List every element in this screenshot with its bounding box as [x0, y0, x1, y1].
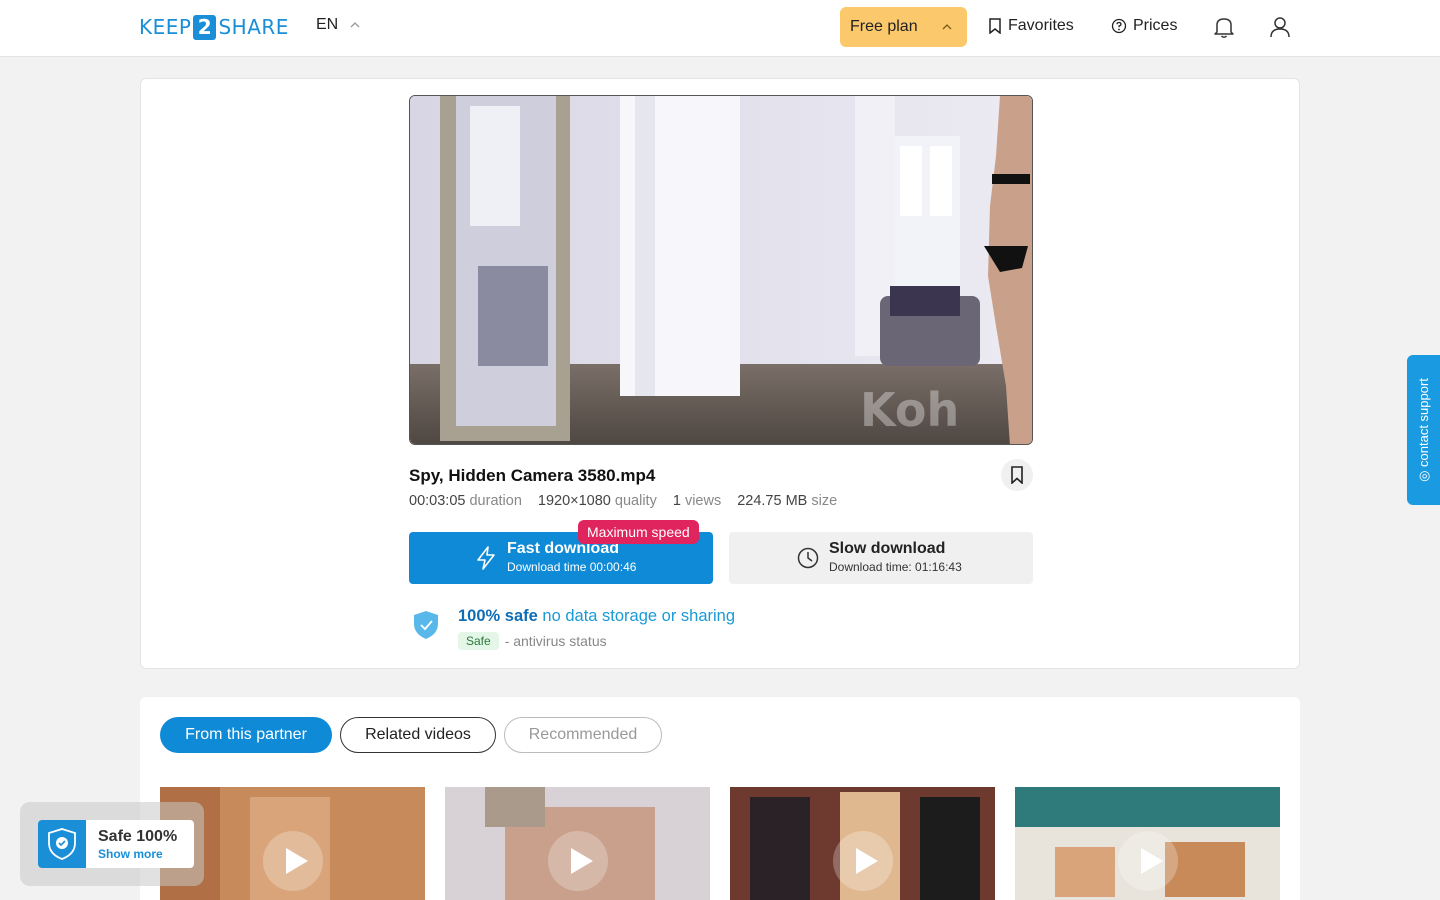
chevron-up-icon [942, 24, 952, 30]
svg-text:Koh: Koh [860, 383, 959, 437]
video-thumbnail[interactable] [730, 787, 995, 900]
duration-value: 00:03:05 [409, 493, 466, 509]
views-value: 1 [672, 493, 681, 509]
size-label: size [811, 493, 838, 509]
bookmark-icon [1011, 466, 1023, 484]
safety-headline-bold: 100% safe [458, 607, 538, 625]
slow-download-label: Slow download [829, 540, 946, 557]
file-name: Spy, Hidden Camera 3580.mp4 [409, 466, 656, 485]
top-header: KEEP 2 SHARE EN Free plan Favorites Pric… [0, 0, 1440, 57]
size-value: 224.75 MB [737, 493, 808, 509]
tab-from-this-partner[interactable]: From this partner [160, 717, 332, 753]
tab-related-videos[interactable]: Related videos [340, 717, 496, 753]
chevron-up-icon [350, 22, 360, 28]
prices-link[interactable]: Prices [1111, 17, 1177, 35]
slow-download-button[interactable]: Slow download Download time: 01:16:43 [729, 532, 1033, 584]
quality-label: quality [614, 493, 657, 509]
clock-icon [797, 547, 819, 569]
user-icon[interactable] [1269, 15, 1291, 39]
antivirus-status-text: - antivirus status [504, 633, 607, 649]
safety-headline: 100% safe no data storage or sharing [458, 607, 735, 626]
play-icon [547, 831, 608, 891]
video-preview[interactable]: Koh [409, 95, 1033, 445]
logo-text-2: 2 [193, 14, 217, 40]
views-label: views [684, 493, 722, 509]
slow-download-time: Download time: 01:16:43 [829, 560, 962, 574]
play-icon [832, 831, 893, 891]
favorites-label: Favorites [1008, 17, 1074, 34]
safe-widget-link[interactable]: Show more [98, 847, 163, 861]
safe-widget-title: Safe 100% [98, 828, 178, 845]
contact-support-label: ◎ contact support [1415, 378, 1431, 482]
language-label: EN [316, 16, 339, 33]
logo-text-keep: KEEP [139, 15, 192, 39]
logo-text-share: SHARE [218, 15, 289, 39]
related-section: From this partner Related videos Recomme… [140, 697, 1300, 900]
safe-widget-icon-box [38, 820, 86, 868]
favorites-link[interactable]: Favorites [988, 17, 1074, 35]
prices-label: Prices [1133, 17, 1178, 34]
antivirus-status: Safe - antivirus status [458, 632, 607, 650]
free-plan-label: Free plan [850, 18, 918, 35]
shield-check-icon [48, 828, 76, 860]
safety-headline-rest: no data storage or sharing [542, 607, 736, 625]
quality-value: 1920×1080 [537, 493, 611, 509]
bookmark-icon [989, 18, 1001, 34]
language-selector[interactable]: EN [316, 16, 360, 34]
lightning-icon [477, 546, 495, 570]
fast-download-time: Download time 00:00:46 [507, 560, 637, 574]
free-plan-button[interactable]: Free plan [840, 7, 967, 47]
meta-views: 1 views [673, 493, 721, 509]
meta-size: 224.75 MB size [737, 493, 837, 509]
video-thumbnail[interactable] [1015, 787, 1280, 900]
add-to-favorites-button[interactable] [1001, 459, 1033, 491]
safe-widget[interactable]: Safe 100% Show more [38, 820, 194, 868]
play-icon [262, 831, 323, 891]
duration-label: duration [469, 493, 522, 509]
video-frame-image: Koh [410, 96, 1032, 444]
meta-duration: 00:03:05 duration [409, 493, 522, 509]
safe-badge: Safe [458, 632, 499, 650]
contact-support-tab[interactable]: ◎ contact support [1407, 355, 1440, 505]
shield-check-icon [414, 611, 438, 639]
file-meta: 00:03:05 duration 1920×1080 quality 1 vi… [409, 493, 837, 509]
maximum-speed-badge: Maximum speed [578, 520, 699, 544]
site-logo[interactable]: KEEP 2 SHARE [139, 14, 289, 40]
play-icon [1117, 831, 1178, 891]
bell-icon[interactable] [1213, 15, 1235, 39]
help-circle-icon [1111, 18, 1127, 34]
meta-quality: 1920×1080 quality [538, 493, 657, 509]
file-card: Koh Spy, Hidden Camera 3580.mp4 00:03:05… [140, 78, 1300, 669]
tab-recommended[interactable]: Recommended [504, 717, 662, 753]
video-thumbnail[interactable] [445, 787, 710, 900]
